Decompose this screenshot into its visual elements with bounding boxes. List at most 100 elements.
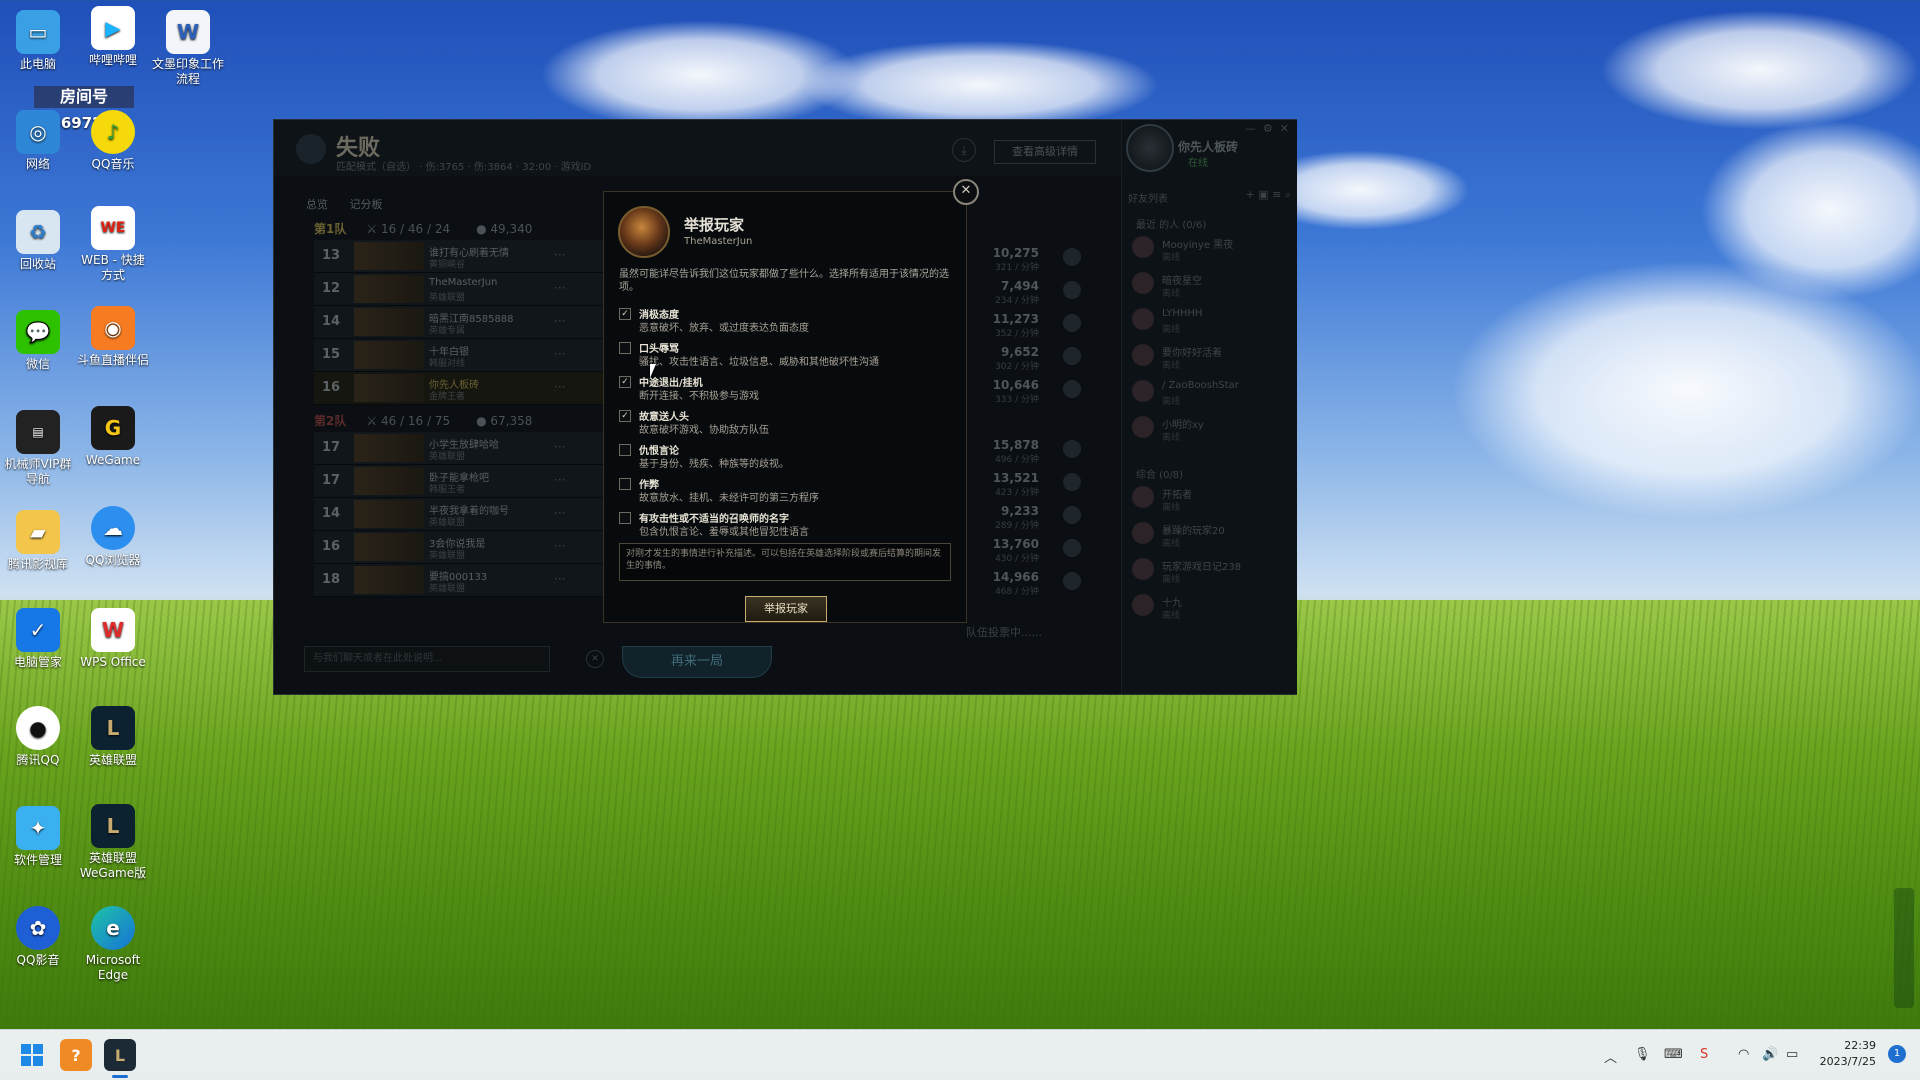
friend-item[interactable]: 暗夜星空 离线	[1132, 268, 1292, 302]
desktop-icon-wegame[interactable]: G WeGame	[77, 406, 149, 468]
desktop-icon-qq-browser[interactable]: ☁ QQ浏览器	[77, 506, 149, 568]
taskbar-app-helper[interactable]: ?	[60, 1039, 92, 1071]
desktop-icon-douyu[interactable]: ◉ 斗鱼直播伴侣	[77, 306, 149, 368]
report-option-verbal-abuse[interactable]: 口头辱骂 骚扰、攻击性语言、垃圾信息、威胁和其他破坏性沟通	[619, 340, 959, 372]
friend-item[interactable]: 十九 离线	[1132, 590, 1292, 624]
search-icon[interactable]: ⌕	[1285, 188, 1291, 201]
network-icon: ◎	[16, 110, 60, 154]
gold-per-min: 302 / 分钟	[995, 362, 1039, 372]
gold-per-min: 423 / 分钟	[995, 488, 1039, 498]
gold-per-min: 468 / 分钟	[995, 587, 1039, 597]
report-option-negative-attitude[interactable]: ✓ 消极态度 恶意破坏、放弃、或过度表达负面态度	[619, 306, 959, 338]
windows-logo-icon	[21, 1044, 43, 1066]
desktop-icon-lol[interactable]: L 英雄联盟	[77, 706, 149, 768]
checkbox[interactable]	[619, 512, 631, 524]
desktop-icon-recycle-bin[interactable]: ♻ 回收站	[2, 210, 74, 272]
battery-icon[interactable]: ▭	[1786, 1047, 1798, 1062]
taskbar-app-lol[interactable]: L	[104, 1039, 136, 1071]
report-comment-textarea[interactable]: 对刚才发生的事情进行补充描述。可以包括在英雄选择阶段或赛后结算的期间发生的事情。	[619, 543, 951, 581]
close-circle-icon[interactable]: ✕	[586, 650, 604, 668]
wps-icon: W	[91, 608, 135, 652]
ward-icon	[1063, 380, 1081, 398]
cloud	[1600, 10, 1920, 130]
view-detail-button[interactable]: 查看高级详情	[994, 140, 1096, 164]
start-button[interactable]	[16, 1039, 48, 1071]
minimize-icon[interactable]: —	[1245, 122, 1256, 135]
desktop-icon-pc-manager[interactable]: ✓ 电脑管家	[2, 608, 74, 670]
friend-item[interactable]: 开拓者 离线	[1132, 482, 1292, 516]
dialog-description: 虽然可能详尽告诉我们这位玩家都做了些什么。选择所有适用于该情况的选项。	[619, 269, 949, 293]
taskbar: ? L ︿ 🎙 ⌨ S ◠ 🔊 ▭ 22:39 2023/7/25 1	[0, 1029, 1920, 1080]
desktop-icon-wps[interactable]: W WPS Office	[77, 608, 149, 670]
friend-item[interactable]: 玩家游戏日记238 离线	[1132, 554, 1292, 588]
ward-icon	[1063, 347, 1081, 365]
edge-icon: e	[91, 906, 135, 950]
web-shortcut-icon: WE	[91, 206, 135, 250]
lol-icon: L	[91, 706, 135, 750]
report-option-intentional-feeding[interactable]: ✓ 故意送人头 故意破坏游戏、协助敌方队伍	[619, 408, 959, 440]
checkbox[interactable]	[619, 478, 631, 490]
gold-value: 13,521	[992, 471, 1039, 485]
avatar[interactable]	[1126, 124, 1174, 172]
folder-icon[interactable]: ▣	[1258, 188, 1268, 201]
list-icon[interactable]: ≡	[1272, 188, 1281, 201]
desktop-icon-network[interactable]: ◎ 网络	[2, 110, 74, 172]
cloud	[1450, 260, 1920, 520]
play-again-button[interactable]: 再来一局	[622, 646, 772, 678]
team-voting-status: 队伍投票中......	[966, 626, 1042, 639]
friend-item[interactable]: Mooyinye 黑夜 离线	[1132, 232, 1292, 266]
desktop-icon-wechat[interactable]: 💬 微信	[2, 310, 74, 372]
friend-item[interactable]: LYHHHH 离线	[1132, 304, 1292, 338]
report-option-hate-speech[interactable]: 仇恨言论 基于身份、残疾、种族等的歧视。	[619, 442, 959, 474]
friend-item[interactable]: 暴躁的玩家20 离线	[1132, 518, 1292, 552]
report-option-offensive-name[interactable]: 有攻击性或不适当的召唤师的名字 包含仇恨言论、羞辱或其他冒犯性语言	[619, 510, 959, 542]
close-icon[interactable]: ✕	[953, 179, 979, 205]
desktop-icon-tencent-video-lib[interactable]: ▰ 腾讯影视库	[2, 510, 74, 572]
desktop-icon-edge[interactable]: e Microsoft Edge	[77, 906, 149, 983]
desktop-icon-this-pc[interactable]: ▭ 此电脑	[2, 10, 74, 72]
notification-badge[interactable]: 1	[1888, 1045, 1906, 1063]
checkbox[interactable]	[619, 444, 631, 456]
sogou-icon[interactable]: S	[1700, 1047, 1708, 1062]
friend-item[interactable]: / ZaoBooshStar 离线	[1132, 376, 1292, 410]
report-player-button[interactable]: 举报玩家	[745, 596, 827, 622]
checkbox[interactable]: ✓	[619, 308, 631, 320]
friend-item[interactable]: 要你好好活着 离线	[1132, 340, 1292, 374]
ward-icon	[1063, 473, 1081, 491]
system-clock[interactable]: 22:39 2023/7/25	[1820, 1038, 1876, 1070]
group-recent[interactable]: 最近 的人 (0/6)	[1136, 216, 1206, 231]
qq-music-icon: ♪	[91, 110, 135, 154]
chat-input[interactable]: 与我们聊天或者在此处说明...	[304, 646, 550, 672]
desktop-icon-qq-music[interactable]: ♪ QQ音乐	[77, 110, 149, 172]
gold-value: 9,652	[1001, 345, 1039, 359]
wifi-icon[interactable]: ◠	[1738, 1047, 1749, 1062]
chevron-up-icon[interactable]: ︿	[1604, 1047, 1617, 1066]
report-option-cheating[interactable]: 作弊 故意放水、挂机、未经许可的第三方程序	[619, 476, 959, 508]
microphone-icon[interactable]: 🎙	[1634, 1047, 1651, 1062]
tab-scoreboard[interactable]: 记分板	[350, 198, 383, 211]
desktop-icon-vip-nav[interactable]: ▤ 机械师VIP群导航	[2, 410, 74, 487]
friend-item[interactable]: 小明的xy 离线	[1132, 412, 1292, 446]
desktop-icon-bilibili[interactable]: ▶ 哔哩哔哩	[77, 6, 149, 68]
settings-icon[interactable]: ⚙	[1263, 122, 1273, 135]
qq-player-icon: ✿	[16, 906, 60, 950]
desktop-icon-qq-player[interactable]: ✿ QQ影音	[2, 906, 74, 968]
report-player-dialog: 举报玩家 TheMasterJun 虽然可能详尽告诉我们这位玩家都做了些什么。选…	[603, 191, 967, 623]
desktop-icon-web-shortcut[interactable]: WE WEB - 快捷方式	[77, 206, 149, 283]
tab-overview[interactable]: 总览	[306, 198, 328, 211]
gold-value: 13,760	[992, 537, 1039, 551]
checkbox[interactable]: ✓	[619, 376, 631, 388]
checkbox[interactable]: ✓	[619, 410, 631, 422]
group-all[interactable]: 综合 (0/8)	[1136, 466, 1183, 481]
download-icon[interactable]: ⤓	[952, 138, 976, 162]
desktop-icon-software-manager[interactable]: ✦ 软件管理	[2, 806, 74, 868]
close-icon[interactable]: ✕	[1280, 122, 1289, 135]
checkbox[interactable]	[619, 342, 631, 354]
desktop-icon-lol-wegame[interactable]: L 英雄联盟WeGame版	[77, 804, 149, 881]
report-option-leaving-afk[interactable]: ✓ 中途退出/挂机 断开连接、不积极参与游戏	[619, 374, 959, 406]
speaker-icon[interactable]: 🔊	[1762, 1047, 1778, 1062]
add-friend-icon[interactable]: +	[1245, 188, 1254, 201]
desktop-icon-tencent-qq[interactable]: ● 腾讯QQ	[2, 706, 74, 768]
desktop-icon-word-doc[interactable]: W 文墨印象工作流程	[152, 10, 224, 87]
input-method-icon[interactable]: ⌨	[1664, 1047, 1683, 1062]
